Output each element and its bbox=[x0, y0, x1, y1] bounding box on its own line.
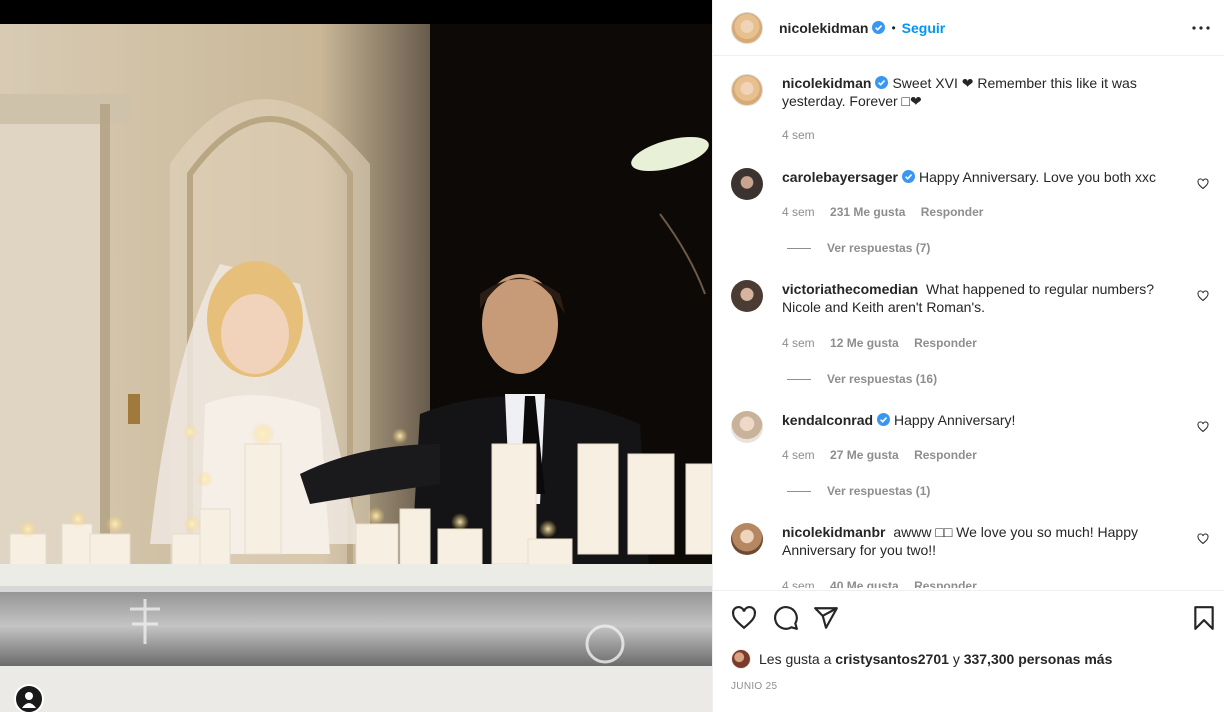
author-username[interactable]: nicolekidman bbox=[779, 20, 868, 36]
follow-button[interactable]: Seguir bbox=[902, 20, 946, 36]
comment-item: kendalconrad Happy Anniversary! 4 sem 27 … bbox=[731, 411, 1221, 511]
likes-connector: y bbox=[952, 651, 960, 667]
heart-icon[interactable] bbox=[1197, 290, 1209, 302]
post-date[interactable]: JUNIO 25 bbox=[731, 681, 777, 692]
view-replies-label: Ver respuestas (16) bbox=[827, 372, 938, 386]
likes-summary: Les gusta a cristysantos2701 y 337,300 p… bbox=[731, 649, 1112, 669]
reply-button[interactable]: Responder bbox=[914, 448, 977, 462]
comment-item: victoriathecomedian What happened to reg… bbox=[731, 280, 1221, 390]
reply-button[interactable]: Responder bbox=[914, 336, 977, 350]
heart-icon[interactable] bbox=[1197, 533, 1209, 545]
comment-text: Happy Anniversary. Love you both xxc bbox=[918, 169, 1157, 185]
view-replies-button[interactable]: Ver respuestas (16) bbox=[787, 372, 937, 386]
post-photo[interactable] bbox=[0, 0, 712, 712]
avatar[interactable] bbox=[731, 523, 763, 555]
avatar[interactable] bbox=[731, 411, 763, 443]
verified-icon bbox=[877, 413, 891, 426]
avatar[interactable] bbox=[731, 280, 763, 312]
share-icon[interactable] bbox=[813, 605, 839, 631]
reply-button[interactable]: Responder bbox=[921, 205, 984, 219]
view-replies-label: Ver respuestas (7) bbox=[827, 241, 931, 255]
comment-text: Happy Anniversary! bbox=[894, 412, 1016, 428]
avatar[interactable] bbox=[731, 74, 763, 106]
comment-username[interactable]: nicolekidmanbr bbox=[782, 524, 885, 540]
post-header: nicolekidman • Seguir bbox=[713, 0, 1224, 56]
comments-list[interactable]: nicolekidman Sweet XVI ❤ Remember this li… bbox=[713, 56, 1224, 588]
post-actions: Les gusta a cristysantos2701 y 337,300 p… bbox=[713, 590, 1224, 712]
comment-likes[interactable]: 40 Me gusta bbox=[830, 579, 899, 588]
heart-icon[interactable] bbox=[1197, 178, 1209, 190]
comment-username[interactable]: victoriathecomedian bbox=[782, 281, 918, 297]
bookmark-icon[interactable] bbox=[1191, 605, 1217, 631]
view-replies-button[interactable]: Ver respuestas (1) bbox=[787, 484, 930, 498]
comment-time: 4 sem bbox=[782, 205, 815, 219]
caption-username[interactable]: nicolekidman bbox=[782, 75, 871, 91]
person-tag-icon[interactable] bbox=[14, 684, 44, 712]
likes-count[interactable]: 337,300 personas más bbox=[964, 651, 1113, 667]
comment-likes[interactable]: 27 Me gusta bbox=[830, 448, 899, 462]
comment-item: carolebayersager Happy Anniversary. Love … bbox=[731, 168, 1221, 268]
avatar[interactable] bbox=[731, 168, 763, 200]
reply-button[interactable]: Responder bbox=[914, 579, 977, 588]
heart-icon[interactable] bbox=[1197, 421, 1209, 433]
comment-time: 4 sem bbox=[782, 579, 815, 588]
likes-prefix: Les gusta a bbox=[759, 651, 832, 667]
view-replies-label: Ver respuestas (1) bbox=[827, 484, 931, 498]
verified-icon bbox=[875, 76, 889, 89]
caption-time: 4 sem bbox=[782, 128, 815, 142]
comment-time: 4 sem bbox=[782, 336, 815, 350]
replies-line bbox=[787, 490, 811, 492]
caption-meta: 4 sem bbox=[782, 128, 827, 142]
verified-icon bbox=[872, 21, 886, 34]
photo-top-bar bbox=[0, 0, 712, 24]
heart-icon[interactable] bbox=[731, 605, 757, 631]
comment-username[interactable]: carolebayersager bbox=[782, 169, 898, 185]
avatar[interactable] bbox=[731, 11, 763, 44]
post-caption: nicolekidman Sweet XVI ❤ Remember this li… bbox=[731, 74, 1221, 164]
comment-likes[interactable]: 231 Me gusta bbox=[830, 205, 905, 219]
comment-time: 4 sem bbox=[782, 448, 815, 462]
comment-likes[interactable]: 12 Me gusta bbox=[830, 336, 899, 350]
comment-item: nicolekidmanbr awww □□ We love you so mu… bbox=[731, 523, 1221, 588]
likes-user[interactable]: cristysantos2701 bbox=[835, 651, 949, 667]
replies-line bbox=[787, 247, 811, 249]
wedding-photo bbox=[0, 24, 712, 712]
verified-icon bbox=[901, 170, 915, 183]
post-panel: nicolekidman • Seguir nicolekidman Sweet … bbox=[712, 0, 1224, 712]
separator-dot: • bbox=[891, 20, 896, 35]
replies-line bbox=[787, 378, 811, 380]
avatar[interactable] bbox=[731, 649, 751, 669]
view-replies-button[interactable]: Ver respuestas (7) bbox=[787, 241, 930, 255]
comment-icon[interactable] bbox=[773, 605, 799, 631]
comment-username[interactable]: kendalconrad bbox=[782, 412, 873, 428]
more-icon[interactable] bbox=[1189, 18, 1213, 38]
